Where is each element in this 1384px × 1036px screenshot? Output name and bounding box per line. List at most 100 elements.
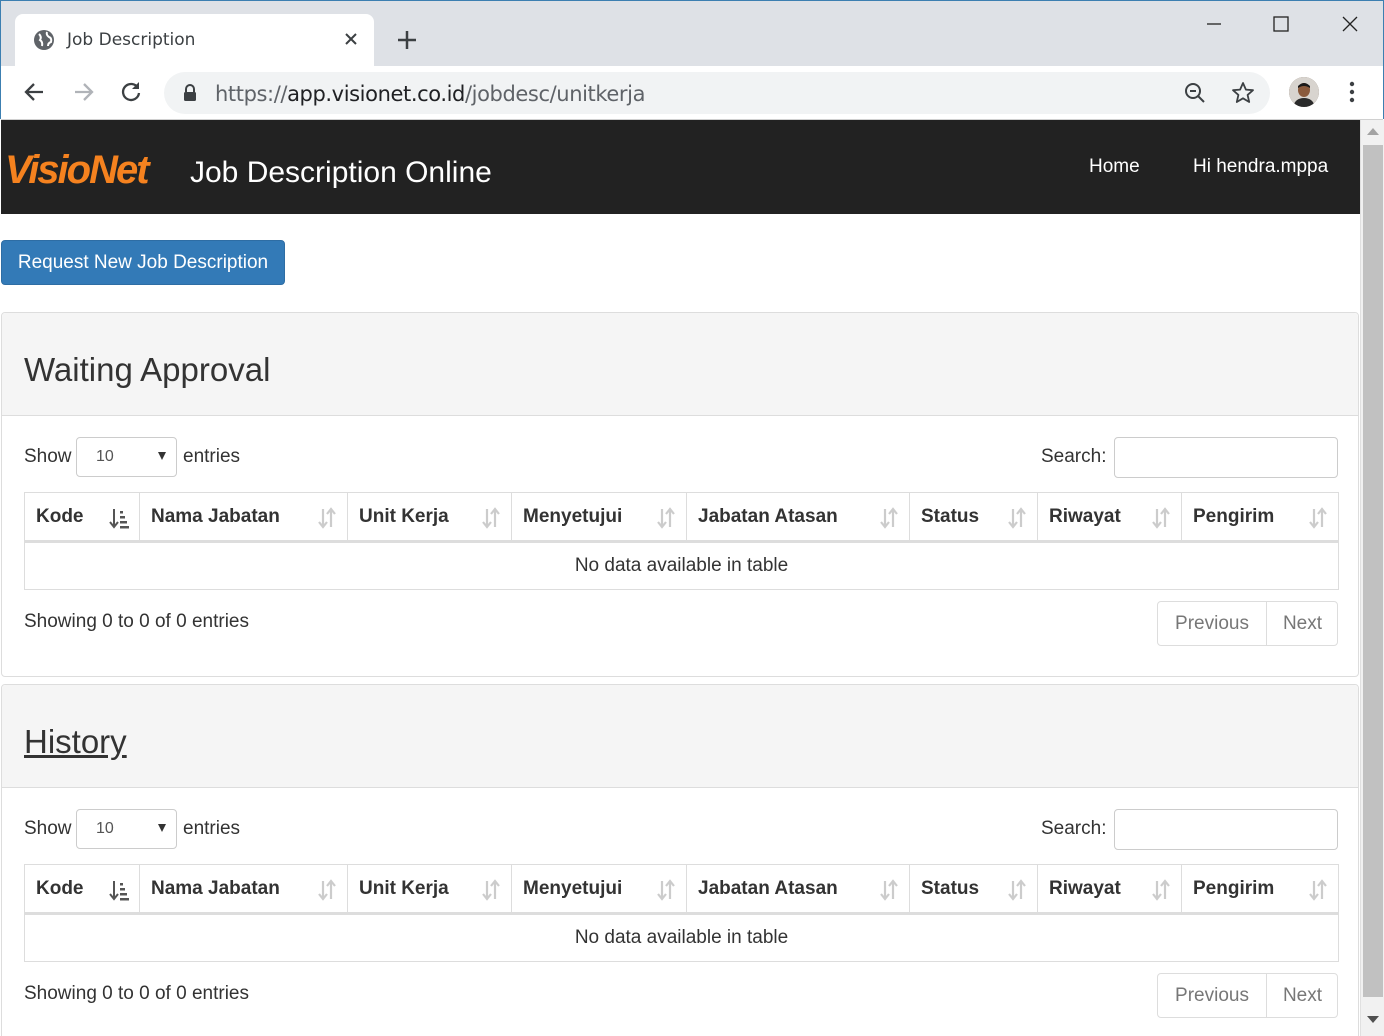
column-header-kode[interactable]: Kode [24, 864, 140, 915]
show-label: Show [24, 446, 72, 467]
column-header-menyetujui[interactable]: Menyetujui [511, 492, 687, 543]
top-navbar: VisioNet Job Description Online Home Hi … [1, 120, 1360, 214]
column-header-menyetujui[interactable]: Menyetujui [511, 864, 687, 915]
column-header-jabatan-atasan[interactable]: Jabatan Atasan [686, 492, 910, 543]
scroll-down-icon[interactable] [1367, 1016, 1379, 1023]
close-window-icon[interactable] [1335, 9, 1365, 39]
profile-avatar[interactable] [1289, 77, 1319, 107]
previous-button[interactable]: Previous [1158, 602, 1266, 645]
sort-icon [1152, 507, 1170, 529]
sort-icon [482, 507, 500, 529]
sort-asc-icon [109, 509, 129, 529]
browser-tab[interactable]: Job Description [15, 14, 374, 66]
minimize-icon[interactable] [1199, 9, 1229, 39]
page-viewport: VisioNet Job Description Online Home Hi … [1, 120, 1360, 1036]
empty-table-message: No data available in table [24, 541, 1339, 590]
globe-icon [34, 30, 54, 50]
history-table: Kode Nama Jabatan Unit Kerja Menyetujui … [24, 864, 1339, 962]
waiting-approval-table: Kode Nama Jabatan Unit Kerja Menyetujui … [24, 492, 1339, 590]
caret-down-icon [158, 824, 166, 832]
column-header-pengirim[interactable]: Pengirim [1181, 864, 1339, 915]
column-header-jabatan-atasan[interactable]: Jabatan Atasan [686, 864, 910, 915]
sort-icon [1152, 879, 1170, 901]
browser-menu-icon[interactable] [1341, 78, 1363, 106]
back-icon[interactable] [21, 78, 49, 106]
previous-button[interactable]: Previous [1158, 974, 1266, 1017]
bookmark-star-icon[interactable] [1230, 80, 1256, 106]
scroll-thumb[interactable] [1363, 145, 1383, 997]
profile-photo-icon [1289, 77, 1319, 107]
visionet-logo[interactable]: VisioNet [5, 148, 150, 193]
entries-label: entries [183, 446, 241, 467]
column-header-riwayat[interactable]: Riwayat [1037, 864, 1182, 915]
maximize-icon[interactable] [1266, 9, 1296, 39]
url-text[interactable]: https://app.visionet.co.id/jobdesc/unitk… [215, 82, 645, 106]
history-panel: History Show 10 entries Search: Kode Nam… [1, 684, 1359, 1036]
browser-chrome: Job Description https://app.visionet.co.… [0, 0, 1384, 120]
column-header-nama-jabatan[interactable]: Nama Jabatan [139, 864, 348, 915]
table-info: Showing 0 to 0 of 0 entries [24, 611, 249, 632]
tab-title: Job Description [67, 30, 196, 50]
table-row: No data available in table [24, 913, 1339, 962]
caret-down-icon [158, 452, 166, 460]
sort-icon [657, 507, 675, 529]
column-header-status[interactable]: Status [909, 864, 1038, 915]
column-header-kode[interactable]: Kode [24, 492, 140, 543]
next-button[interactable]: Next [1267, 974, 1338, 1017]
waiting-approval-panel: Waiting Approval Show 10 entries Search:… [1, 312, 1359, 677]
forward-icon[interactable] [69, 78, 97, 106]
address-bar[interactable]: https://app.visionet.co.id/jobdesc/unitk… [164, 72, 1270, 114]
request-new-job-description-button[interactable]: Request New Job Description [1, 240, 285, 285]
nav-user-link[interactable]: Hi hendra.mppa [1193, 156, 1328, 178]
panel-heading: History [2, 685, 1358, 788]
brand-title[interactable]: Job Description Online [190, 156, 492, 190]
sort-asc-icon [109, 881, 129, 901]
page-length-select[interactable]: 10 [76, 437, 177, 477]
reload-icon[interactable] [117, 78, 145, 106]
panel-title[interactable]: History [24, 723, 127, 761]
sort-icon [482, 879, 500, 901]
page-scrollbar[interactable] [1360, 120, 1384, 1036]
column-header-unit-kerja[interactable]: Unit Kerja [347, 864, 512, 915]
scroll-up-icon[interactable] [1367, 128, 1379, 135]
column-header-status[interactable]: Status [909, 492, 1038, 543]
column-header-pengirim[interactable]: Pengirim [1181, 492, 1339, 543]
empty-table-message: No data available in table [24, 913, 1339, 962]
page-length-value: 10 [96, 820, 114, 837]
lock-icon[interactable] [182, 84, 198, 102]
sort-icon [657, 879, 675, 901]
table-header-row: Kode Nama Jabatan Unit Kerja Menyetujui … [24, 492, 1339, 543]
sort-icon [318, 879, 336, 901]
entries-label: entries [183, 818, 241, 839]
sort-icon [318, 507, 336, 529]
page-length-select[interactable]: 10 [76, 809, 177, 849]
browser-toolbar: https://app.visionet.co.id/jobdesc/unitk… [1, 66, 1383, 120]
sort-icon [1309, 879, 1327, 901]
panel-heading: Waiting Approval [2, 313, 1358, 416]
panel-title: Waiting Approval [24, 351, 271, 388]
page-length-value: 10 [96, 448, 114, 465]
sort-icon [880, 879, 898, 901]
sort-icon [880, 507, 898, 529]
column-header-nama-jabatan[interactable]: Nama Jabatan [139, 492, 348, 543]
search-label: Search: [1041, 446, 1107, 467]
pagination: Previous Next [1157, 973, 1338, 1018]
new-tab-icon[interactable] [393, 26, 421, 54]
close-tab-icon[interactable] [340, 28, 362, 50]
show-label: Show [24, 818, 72, 839]
table-row: No data available in table [24, 541, 1339, 590]
table-info: Showing 0 to 0 of 0 entries [24, 983, 249, 1004]
sort-icon [1008, 507, 1026, 529]
column-header-unit-kerja[interactable]: Unit Kerja [347, 492, 512, 543]
next-button[interactable]: Next [1267, 602, 1338, 645]
table-header-row: Kode Nama Jabatan Unit Kerja Menyetujui … [24, 864, 1339, 915]
pagination: Previous Next [1157, 601, 1338, 646]
sort-icon [1309, 507, 1327, 529]
search-input[interactable] [1114, 437, 1338, 478]
nav-home-link[interactable]: Home [1089, 156, 1140, 178]
column-header-riwayat[interactable]: Riwayat [1037, 492, 1182, 543]
search-input[interactable] [1114, 809, 1338, 850]
sort-icon [1008, 879, 1026, 901]
search-label: Search: [1041, 818, 1107, 839]
zoom-icon[interactable] [1182, 80, 1208, 106]
